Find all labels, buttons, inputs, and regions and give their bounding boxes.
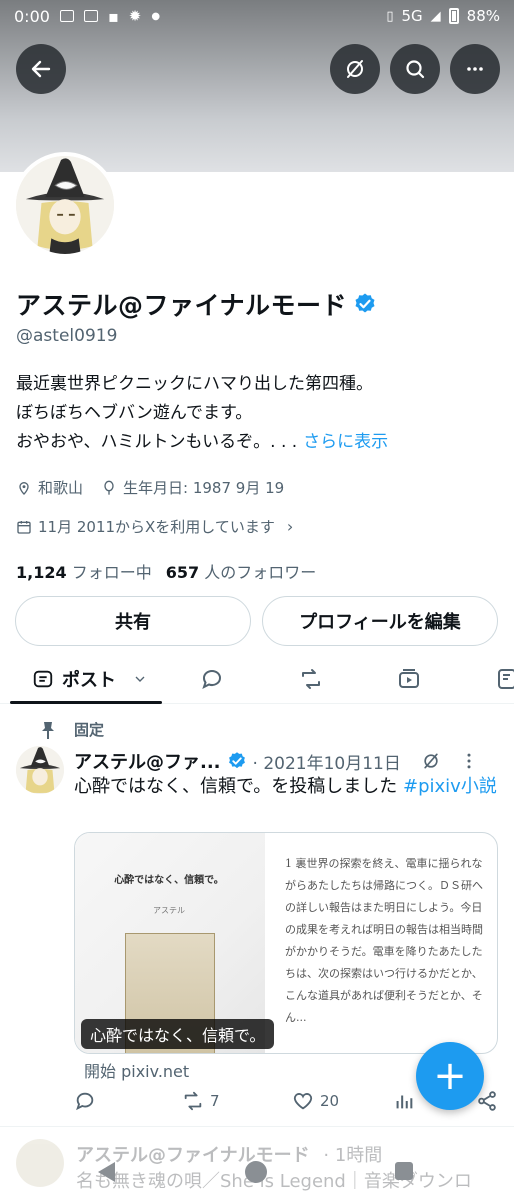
profile-meta: 和歌山 生年月日: 1987 9月 19	[16, 477, 284, 498]
repost-button[interactable]: 7	[182, 1090, 220, 1112]
calendar-icon	[17, 520, 31, 534]
post-avatar[interactable]	[16, 746, 64, 794]
tab-media[interactable]	[397, 667, 421, 691]
app-notification-icon: ▪	[107, 6, 119, 26]
post-date[interactable]: · 2021年10月11日	[253, 749, 401, 774]
tab-posts-label: ポスト	[62, 669, 116, 691]
joined-text: 11月 2011からXを利用しています	[38, 518, 275, 536]
post-header: アステル@ファ... · 2021年10月11日	[74, 748, 479, 774]
notification-icon	[59, 10, 74, 22]
edit-profile-button[interactable]: プロフィールを編集	[262, 596, 498, 646]
views-icon	[396, 1095, 413, 1109]
search-button[interactable]	[390, 44, 440, 94]
status-bar: 0:00 ▪ ✹ ● ▯ 5G ◢ 88%	[0, 0, 514, 32]
following-link[interactable]: 1,124 フォロー中	[16, 559, 152, 583]
tab-posts[interactable]: ポスト	[10, 654, 162, 704]
vibrate-icon: ▯	[386, 8, 394, 24]
battery-icon	[448, 8, 459, 24]
pinned-label: 固定	[74, 721, 105, 739]
like-button[interactable]: 20	[292, 1090, 339, 1112]
profile-bio: 最近裏世界ピクニックにハマり出した第四種。 ぼちぼちヘブバン遊んでます。 おやお…	[16, 370, 388, 457]
avatar-illustration	[16, 156, 114, 254]
card-cover-title: 心酔ではなく、信頼で。	[114, 875, 224, 886]
dot-icon: ●	[151, 10, 161, 22]
card-cover-author: アステル	[153, 906, 185, 915]
pinned-indicator: 固定	[40, 719, 104, 740]
repost-icon	[184, 1091, 202, 1111]
chevron-right-icon: ›	[286, 517, 294, 536]
post-icon	[33, 670, 53, 687]
balloon-icon	[104, 480, 114, 495]
profile-tabs: ポスト	[0, 654, 514, 704]
pin-icon	[42, 721, 54, 739]
verified-badge-icon[interactable]	[353, 292, 377, 316]
settings-status-icon: ✹	[128, 7, 142, 25]
location-icon	[19, 481, 29, 495]
nav-home-icon[interactable]	[245, 1161, 267, 1183]
card-excerpt: 1 裏世界の探索を終え、電車に揺られながらあたしたちは帰路につく。ＤＳ研への詳し…	[285, 857, 483, 1024]
card-caption: 心酔ではなく、信頼で。	[81, 1019, 275, 1049]
joined-row[interactable]: 11月 2011からXを利用しています ›	[16, 516, 293, 537]
more-button[interactable]	[450, 44, 500, 94]
bio-line: ぼちぼちヘブバン遊んでます。	[16, 403, 253, 423]
profile-handle: @astel0919	[16, 326, 118, 346]
post-body: 心酔ではなく、信頼で。を投稿しました	[74, 776, 403, 797]
birthday-text: 生年月日: 1987 9月 19	[123, 479, 285, 497]
tab-replies[interactable]	[200, 667, 224, 691]
followers-link[interactable]: 657 人のフォロワー	[166, 559, 317, 583]
followers-count: 657	[165, 563, 200, 582]
share-post-button[interactable]	[476, 1090, 498, 1112]
post-author[interactable]: アステル@ファ...	[74, 748, 221, 774]
profile-avatar[interactable]	[12, 152, 118, 258]
repost-count: 7	[210, 1092, 220, 1110]
system-nav-bar	[0, 1150, 514, 1200]
grok-icon[interactable]	[421, 751, 441, 771]
views-button[interactable]	[393, 1090, 415, 1112]
mail-icon	[83, 10, 98, 22]
show-more-link[interactable]: さらに表示	[303, 432, 388, 452]
profile-name-row: アステル@ファイナルモード	[16, 286, 377, 322]
bio-line: おやおや、ハミルトンもいるぞ。. . .	[16, 432, 298, 452]
post-text: 心酔ではなく、信頼で。を投稿しました #pixiv小説	[74, 774, 504, 799]
nav-back-icon[interactable]	[98, 1162, 115, 1182]
link-card[interactable]: 心酔ではなく、信頼で。 アステル 1 裏世界の探索を終え、電車に揺られながらあた…	[74, 832, 498, 1054]
bio-line: 最近裏世界ピクニックにハマり出した第四種。	[16, 374, 373, 394]
followers-label: 人のフォロワー	[204, 563, 317, 582]
battery-level: 88%	[466, 7, 500, 25]
reply-icon	[76, 1092, 94, 1111]
arrow-left-icon	[31, 60, 51, 78]
verified-badge-icon	[228, 752, 245, 769]
location-text: 和歌山	[38, 479, 84, 497]
hashtag-link[interactable]: #pixiv小説	[403, 776, 497, 797]
compose-fab[interactable]: +	[416, 1042, 484, 1110]
chevron-down-icon	[135, 676, 145, 682]
status-time: 0:00	[14, 6, 50, 26]
post-avatar-illustration	[16, 746, 64, 794]
nav-recents-icon[interactable]	[395, 1162, 413, 1180]
like-count: 20	[320, 1092, 340, 1110]
following-count: 1,124	[16, 563, 67, 582]
search-icon	[406, 60, 425, 79]
following-label: フォロー中	[71, 563, 152, 582]
card-domain[interactable]: 開始 pixiv.net	[84, 1058, 189, 1082]
reply-button[interactable]	[74, 1090, 96, 1112]
back-button[interactable]	[16, 44, 66, 94]
tab-articles[interactable]	[496, 667, 514, 691]
signal-icon: ◢	[430, 8, 441, 24]
follow-counts: 1,124 フォロー中 657 人のフォロワー	[16, 559, 316, 583]
more-icon	[467, 67, 483, 71]
grok-icon	[347, 60, 363, 78]
share-button[interactable]: 共有	[15, 596, 251, 646]
tab-reposts[interactable]	[299, 667, 323, 691]
share-icon	[478, 1091, 496, 1111]
post-more-icon[interactable]	[459, 751, 479, 771]
heart-icon	[293, 1093, 313, 1110]
network-type: 5G	[401, 7, 423, 25]
grok-button[interactable]	[330, 44, 380, 94]
profile-name: アステル@ファイナルモード	[16, 291, 348, 320]
